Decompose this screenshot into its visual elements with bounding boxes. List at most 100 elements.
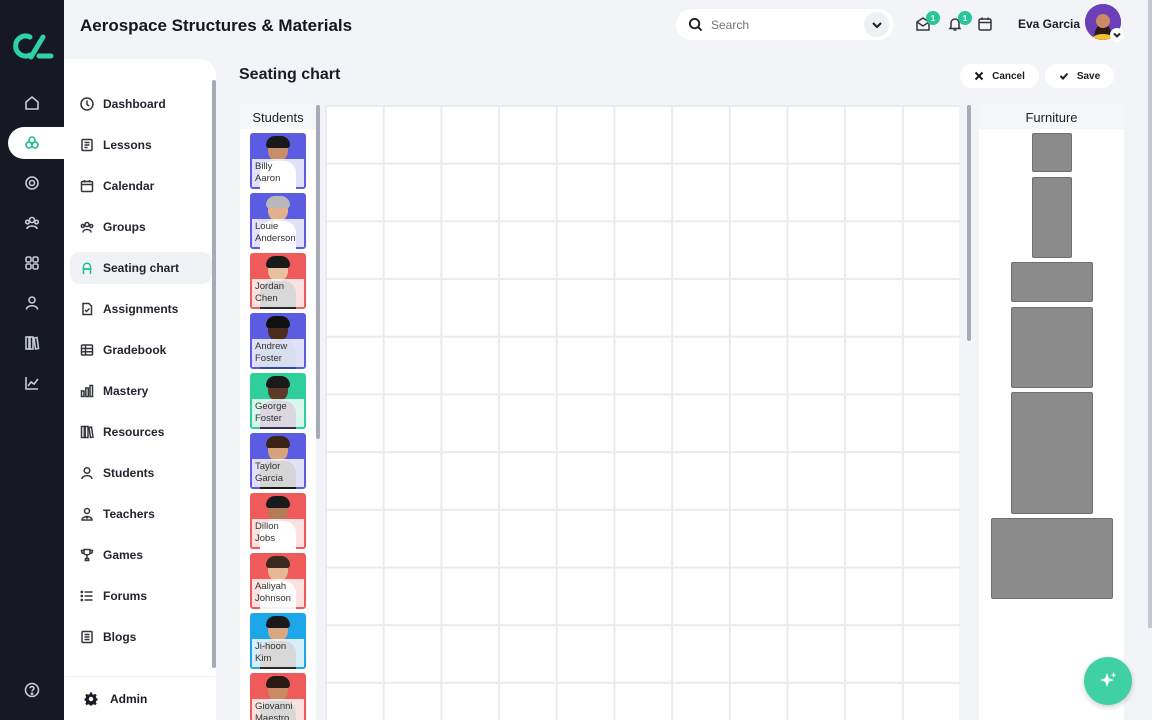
gear-icon <box>84 692 98 705</box>
student-name: Ji-hoon Kim <box>252 639 304 667</box>
user-menu-toggle[interactable] <box>1110 28 1124 42</box>
furniture-tall-large-rect[interactable] <box>1011 392 1093 514</box>
furniture-large-rect[interactable] <box>991 518 1113 599</box>
groups-icon <box>80 221 94 233</box>
sidebar-item-seating-chart[interactable]: Seating chart <box>70 252 212 284</box>
sidebar-item-games[interactable]: Games <box>70 539 212 571</box>
student-card[interactable]: Louie Anderson <box>250 193 306 249</box>
student-photo-hair <box>266 556 290 568</box>
sidebar-item-calendar[interactable]: Calendar <box>70 170 212 202</box>
sidebar-item-mastery[interactable]: Mastery <box>70 375 212 407</box>
student-name: Andrew Foster <box>252 339 304 367</box>
rail-courses-icon[interactable] <box>8 127 68 159</box>
student-card[interactable]: George Foster <box>250 373 306 429</box>
search-dropdown-button[interactable] <box>864 12 889 37</box>
student-card[interactable]: Billy Aaron <box>250 133 306 189</box>
student-last-name: Johnson <box>255 593 291 604</box>
search-input[interactable] <box>711 17 851 32</box>
save-button[interactable]: Save <box>1045 64 1114 88</box>
rail-apps-icon[interactable] <box>20 251 44 275</box>
rail-target-icon[interactable] <box>20 171 44 195</box>
chevron-down-icon <box>1113 32 1121 38</box>
grid-scrollbar[interactable] <box>967 105 971 341</box>
student-photo-hair <box>266 376 290 388</box>
student-last-name: Anderson <box>255 233 296 244</box>
rail-help-icon[interactable] <box>20 678 44 702</box>
save-label: Save <box>1076 70 1101 82</box>
student-photo-hair <box>266 496 290 508</box>
rail-analytics-icon[interactable] <box>20 371 44 395</box>
student-card[interactable]: Dillon Jobs <box>250 493 306 549</box>
notifications-button[interactable]: 1 <box>947 11 972 34</box>
student-photo-hair <box>266 676 290 688</box>
sidebar-item-resources[interactable]: Resources <box>70 416 212 448</box>
trophy-icon <box>80 548 94 562</box>
students-scrollbar[interactable] <box>316 105 320 439</box>
student-name: Billy Aaron <box>252 159 304 187</box>
mastery-icon <box>80 384 94 398</box>
rail-people-icon[interactable] <box>20 211 44 235</box>
search-icon <box>688 17 703 32</box>
rail-library-icon[interactable] <box>20 331 44 355</box>
ai-assistant-button[interactable] <box>1084 657 1132 705</box>
cancel-button[interactable]: Cancel <box>960 64 1039 88</box>
sidebar-item-assignments[interactable]: Assignments <box>70 293 212 325</box>
sidebar-item-students[interactable]: Students <box>70 457 212 489</box>
student-last-name: Jobs <box>255 533 276 544</box>
rail-user-icon[interactable] <box>20 291 44 315</box>
student-card[interactable]: Taylor Garcia <box>250 433 306 489</box>
student-photo-hair <box>266 316 290 328</box>
sidebar-item-groups[interactable]: Groups <box>70 211 212 243</box>
student-card[interactable]: Aaliyah Johnson <box>250 553 306 609</box>
student-card[interactable]: Jordan Chen <box>250 253 306 309</box>
mail-button[interactable]: 1 <box>915 11 940 34</box>
sidebar-item-label: Groups <box>103 220 146 234</box>
search-bar[interactable] <box>676 9 894 40</box>
dashboard-icon <box>80 97 94 111</box>
user-name[interactable]: Eva Garcia <box>1018 17 1080 31</box>
sidebar-scrollbar[interactable] <box>212 80 216 668</box>
student-first-name: Billy <box>255 161 273 172</box>
sidebar-item-label: Lessons <box>103 138 152 152</box>
sidebar-item-gradebook[interactable]: Gradebook <box>70 334 212 366</box>
furniture-panel-title: Furniture <box>979 105 1124 129</box>
student-first-name: Dillon <box>255 521 279 532</box>
sidebar-item-forums[interactable]: Forums <box>70 580 212 612</box>
student-card[interactable]: Ji-hoon Kim <box>250 613 306 669</box>
student-last-name: Foster <box>255 353 282 364</box>
sidebar-item-lessons[interactable]: Lessons <box>70 129 212 161</box>
sparkle-icon <box>1100 672 1117 687</box>
student-first-name: Louie <box>255 221 279 232</box>
sidebar-item-dashboard[interactable]: Dashboard <box>70 88 212 120</box>
student-last-name: Chen <box>255 293 278 304</box>
rail-home-icon[interactable] <box>20 91 44 115</box>
furniture-medium-square[interactable] <box>1011 307 1093 388</box>
student-first-name: Taylor <box>255 461 281 472</box>
admin-button[interactable]: Admin <box>64 676 216 720</box>
student-last-name: Aaron <box>255 173 281 184</box>
sidebar-item-teachers[interactable]: Teachers <box>70 498 212 530</box>
seating-grid[interactable] <box>325 105 960 720</box>
check-icon <box>1059 72 1069 80</box>
sidebar-item-label: Blogs <box>103 630 137 644</box>
student-card[interactable]: Giovanni Maestro <box>250 673 306 720</box>
admin-label: Admin <box>110 691 148 706</box>
students-panel: Students Billy Aaron Louie Anderson Jordan Ch… <box>240 105 316 720</box>
student-first-name: Giovanni <box>255 701 293 712</box>
calendar-button[interactable] <box>977 16 995 34</box>
lessons-icon <box>81 138 93 152</box>
furniture-wide-rect[interactable] <box>1011 262 1093 302</box>
sidebar-item-label: Dashboard <box>103 97 166 111</box>
sidebar-item-label: Gradebook <box>103 343 167 357</box>
student-card[interactable]: Andrew Foster <box>250 313 306 369</box>
student-last-name: Garcia <box>255 473 283 484</box>
page-scrollbar[interactable] <box>1148 0 1152 628</box>
close-icon <box>974 71 984 81</box>
student-first-name: George <box>255 401 287 412</box>
app-logo-icon[interactable] <box>10 30 54 62</box>
sidebar-item-blogs[interactable]: Blogs <box>70 621 212 653</box>
furniture-tall-rect[interactable] <box>1032 177 1072 258</box>
student-photo-hair <box>266 616 290 628</box>
forums-icon <box>80 590 93 602</box>
furniture-small-square[interactable] <box>1032 133 1072 172</box>
